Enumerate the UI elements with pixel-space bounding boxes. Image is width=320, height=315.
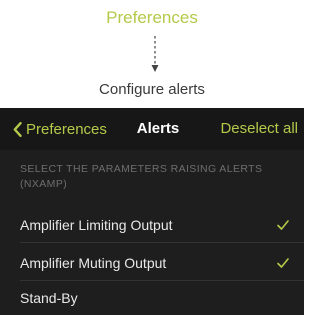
list-item-label: Stand-By	[20, 290, 78, 306]
alerts-screen: Preferences Alerts Deselect all SELECT T…	[0, 108, 304, 315]
list-item[interactable]: Amplifier Muting Output	[0, 245, 304, 281]
checkmark-icon	[277, 258, 289, 268]
list-item-label: Amplifier Muting Output	[20, 255, 167, 271]
list-item-label: Amplifier Limiting Output	[20, 217, 173, 233]
back-button-label: Preferences	[26, 120, 107, 138]
deselect-all-button[interactable]: Deselect all	[220, 108, 298, 150]
back-button[interactable]: Preferences	[13, 108, 107, 150]
section-header: SELECT THE PARAMETERS RAISING ALERTS (NX…	[20, 163, 263, 190]
flow-configure-alerts-label: Configure alerts	[99, 81, 205, 98]
alerts-flow-illustration: Preferences Configure alerts Preferences…	[0, 0, 304, 315]
page-title-text: Alerts	[136, 120, 180, 137]
navigation-bar: Preferences Alerts Deselect all	[0, 108, 304, 150]
row-divider	[20, 242, 304, 243]
list-item[interactable]: Stand-By	[0, 280, 304, 315]
flow-preferences-label: Preferences	[106, 8, 198, 27]
chevron-left-icon	[13, 121, 22, 137]
list-item[interactable]: Amplifier Limiting Output	[0, 207, 304, 243]
dotted-arrow-down-icon	[151, 36, 159, 72]
checkmark-icon	[277, 220, 289, 230]
